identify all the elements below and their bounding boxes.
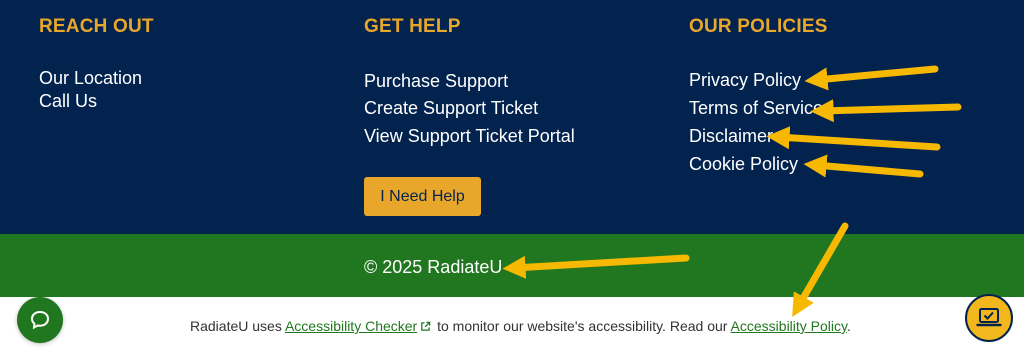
accessibility-notice-suffix: . [846, 318, 851, 334]
copyright-text: © 2025 RadiateU [364, 257, 503, 277]
laptop-check-icon [976, 306, 1002, 335]
copyright-bar [0, 234, 1024, 297]
disclaimer-link[interactable]: Disclaimer [689, 126, 773, 147]
accessibility-policy-link[interactable]: Accessibility Policy [731, 318, 847, 334]
call-us-link[interactable]: Call Us [39, 91, 97, 112]
reach-out-heading: REACH OUT [39, 16, 154, 37]
i-need-help-button[interactable]: I Need Help [364, 177, 481, 216]
external-link-icon [420, 319, 431, 335]
cookie-policy-link[interactable]: Cookie Policy [689, 154, 798, 175]
get-help-heading: GET HELP [364, 16, 461, 37]
accessibility-notice-middle: to monitor our website's accessibility. … [433, 318, 731, 334]
chat-bubble-icon [29, 309, 51, 336]
accessibility-badge-button[interactable] [965, 294, 1013, 342]
accessibility-notice-prefix: RadiateU uses [190, 318, 285, 334]
accessibility-notice: RadiateU uses Accessibility Checker to m… [190, 318, 851, 335]
privacy-policy-link[interactable]: Privacy Policy [689, 70, 801, 91]
purchase-support-link[interactable]: Purchase Support [364, 71, 508, 92]
our-location-link[interactable]: Our Location [39, 68, 142, 89]
site-footer: REACH OUT Our Location Call Us GET HELP … [0, 0, 1024, 234]
policies-heading: OUR POLICIES [689, 16, 828, 37]
chat-button[interactable] [17, 297, 63, 343]
create-support-ticket-link[interactable]: Create Support Ticket [364, 98, 538, 119]
view-support-ticket-portal-link[interactable]: View Support Ticket Portal [364, 126, 575, 147]
accessibility-checker-link[interactable]: Accessibility Checker [285, 318, 417, 334]
terms-of-service-link[interactable]: Terms of Service [689, 98, 823, 119]
